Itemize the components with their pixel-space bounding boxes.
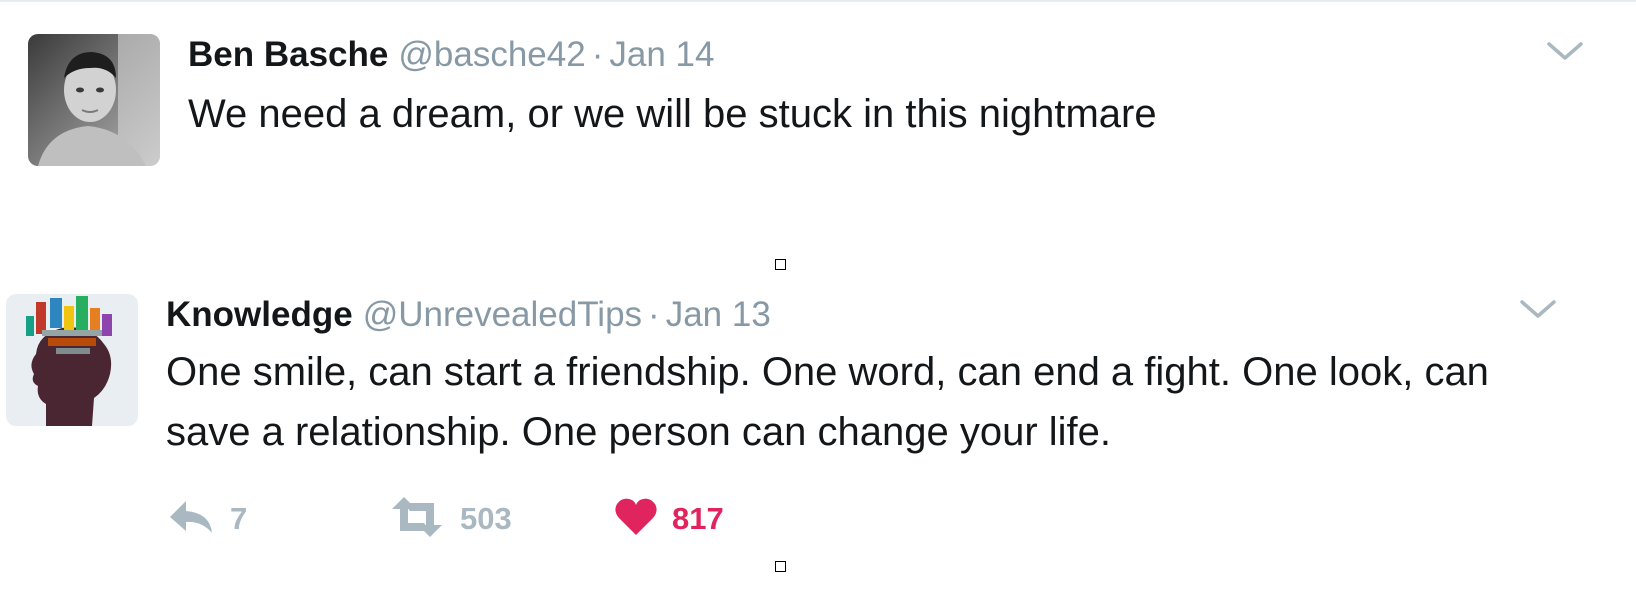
author-name[interactable]: Ben Basche [188, 35, 388, 74]
like-button[interactable]: 817 [614, 494, 724, 544]
tweet-date[interactable]: Jan 14 [609, 35, 714, 74]
top-divider [0, 0, 1636, 2]
chevron-down-icon[interactable] [1518, 294, 1558, 324]
retweet-count: 503 [460, 501, 512, 536]
selection-handle[interactable] [775, 259, 786, 270]
separator: · [648, 295, 660, 334]
retweet-button[interactable]: 503 [388, 494, 512, 544]
reply-button[interactable]: 7 [166, 494, 247, 544]
author-handle[interactable]: @UnrevealedTips [363, 295, 642, 334]
author-name[interactable]: Knowledge [166, 295, 353, 334]
avatar[interactable] [6, 294, 138, 426]
tweet-text: One smile, can start a friendship. One w… [166, 350, 1489, 454]
heart-icon [614, 497, 658, 542]
tweet: Ben Basche @basche42 · Jan 14 We need a dre… [0, 34, 1636, 214]
chevron-down-icon[interactable] [1545, 36, 1585, 66]
like-count: 817 [672, 501, 724, 536]
selection-handle[interactable] [775, 561, 786, 572]
tweet-header: Knowledge @UnrevealedTips · Jan 13 [166, 294, 771, 336]
separator: · [591, 35, 604, 74]
tweet-text: We need a dream, or we will be stuck in … [188, 92, 1157, 136]
tweet-date[interactable]: Jan 13 [666, 295, 771, 334]
tweet: Knowledge @UnrevealedTips · Jan 13 One smil… [0, 294, 1636, 604]
avatar[interactable] [28, 34, 160, 166]
author-handle[interactable]: @basche42 [398, 35, 585, 74]
reply-icon [166, 497, 216, 542]
tweet-header: Ben Basche @basche42 · Jan 14 [188, 34, 714, 76]
retweet-icon [388, 496, 446, 542]
reply-count: 7 [230, 501, 248, 536]
